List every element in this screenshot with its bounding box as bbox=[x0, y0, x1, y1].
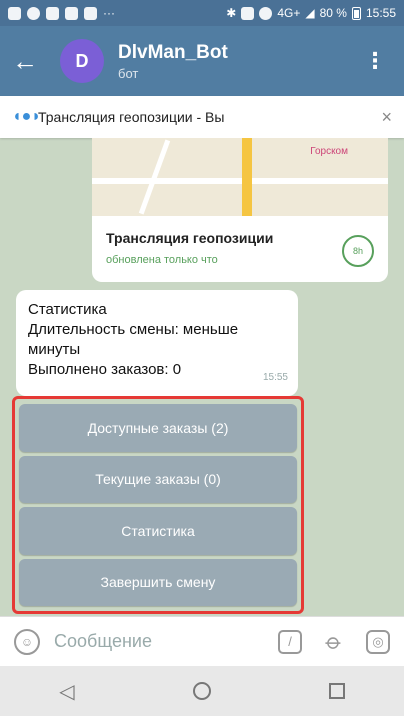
more-menu-icon[interactable]: ⋮ bbox=[364, 48, 392, 74]
back-arrow-icon[interactable]: ← bbox=[12, 46, 52, 77]
skype-icon bbox=[8, 6, 21, 20]
live-timer-icon: 8h bbox=[342, 235, 374, 267]
map-road bbox=[92, 178, 388, 184]
map-road-main bbox=[242, 138, 252, 216]
bot-keyboard: Доступные заказы (2) Текущие заказы (0) … bbox=[12, 396, 304, 614]
available-orders-button[interactable]: Доступные заказы (2) bbox=[19, 404, 297, 452]
battery-percent: 80 % bbox=[319, 6, 347, 20]
battery-icon bbox=[351, 6, 361, 20]
message-input[interactable]: Сообщение bbox=[54, 631, 258, 652]
chat-title-block[interactable]: DlvMan_Bot бот bbox=[118, 42, 228, 81]
nav-recents-icon[interactable] bbox=[328, 683, 345, 699]
nav-home-icon[interactable] bbox=[192, 682, 211, 700]
dnd-icon bbox=[259, 6, 273, 20]
chat-header: ← D DlvMan_Bot бот ⋮ bbox=[0, 26, 404, 96]
more-dots-icon: ··· bbox=[103, 6, 115, 20]
notification-icons: ··· bbox=[8, 6, 115, 20]
message-input-bar: ☺ Сообщение / ⌀ ◎ bbox=[0, 616, 404, 666]
map-preview[interactable]: Горском bbox=[92, 138, 388, 216]
telegram-icon bbox=[84, 6, 97, 20]
chat-icon bbox=[46, 6, 59, 20]
map-road bbox=[138, 139, 171, 215]
live-location-title: Трансляция геопозиции bbox=[106, 230, 274, 246]
status-bar: ··· ✱ 4G+ ◢ 80 % 15:55 bbox=[0, 0, 404, 26]
system-icons: ✱ 4G+ ◢ 80 % 15:55 bbox=[226, 6, 396, 20]
android-nav-bar: ◁ bbox=[0, 666, 404, 716]
message-time: 15:55 bbox=[262, 372, 288, 383]
live-location-text: Трансляция геопозиции - Вы bbox=[38, 109, 225, 125]
current-orders-button[interactable]: Текущие заказы (0) bbox=[19, 455, 297, 503]
bot-name: DlvMan_Bot bbox=[118, 41, 228, 63]
network-type: 4G+ bbox=[277, 6, 301, 20]
live-location-bar[interactable]: ◖●◗ Трансляция геопозиции - Вы × bbox=[0, 96, 404, 138]
nav-back-icon[interactable]: ◁ bbox=[59, 679, 74, 704]
bot-command-icon[interactable]: / bbox=[278, 629, 302, 654]
nfc-icon bbox=[241, 6, 255, 20]
camera-icon[interactable]: ◎ bbox=[366, 629, 390, 654]
stats-message: Статистика Длительность смены: меньше ми… bbox=[16, 290, 298, 396]
location-pin-icon: ◖●◗ bbox=[12, 108, 41, 125]
bot-subtitle: бот bbox=[118, 65, 139, 81]
clock: 15:55 bbox=[365, 6, 396, 20]
whatsapp-icon bbox=[27, 6, 40, 20]
live-location-status: обновлена только что bbox=[106, 254, 218, 266]
statistics-button[interactable]: Статистика bbox=[19, 507, 297, 555]
close-icon[interactable]: × bbox=[381, 107, 392, 128]
map-place-label: Горском bbox=[310, 146, 348, 157]
live-location-message[interactable]: Горском Трансляция геопозиции обновлена … bbox=[92, 138, 388, 282]
signal-icon: ◢ bbox=[305, 6, 315, 20]
stats-line: Выполнено заказов: 0 bbox=[28, 361, 182, 378]
stats-line: Длительность смены: меньше минуты bbox=[28, 321, 239, 358]
gallery-icon bbox=[65, 6, 78, 20]
emoji-icon[interactable]: ☺ bbox=[14, 628, 40, 655]
attach-icon[interactable]: ⌀ bbox=[317, 625, 351, 659]
avatar[interactable]: D bbox=[60, 39, 104, 83]
stats-line: Статистика bbox=[28, 301, 107, 318]
end-shift-button[interactable]: Завершить смену bbox=[19, 558, 297, 606]
bluetooth-icon: ✱ bbox=[226, 6, 237, 20]
